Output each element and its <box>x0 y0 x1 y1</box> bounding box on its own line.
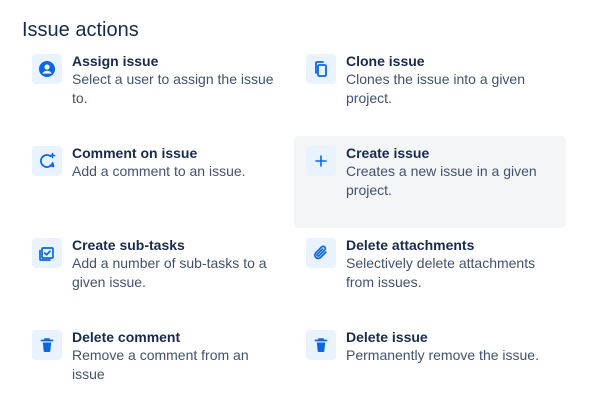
action-description: Permanently remove the issue. <box>346 347 539 363</box>
action-delete-comment[interactable]: Delete comment Remove a comment from an … <box>20 320 292 412</box>
action-clone-issue[interactable]: Clone issue Clones the issue into a give… <box>294 44 566 136</box>
page-title: Issue actions <box>22 19 139 41</box>
action-title: Delete issue <box>346 329 428 345</box>
action-title: Create sub-tasks <box>72 237 185 253</box>
action-title: Delete attachments <box>346 237 475 253</box>
plus-icon <box>306 146 336 176</box>
comment-add-icon <box>32 146 62 176</box>
action-delete-issue[interactable]: Delete issue Permanently remove the issu… <box>294 320 566 412</box>
user-circle-icon <box>32 54 62 84</box>
action-description: Selectively delete attachments from issu… <box>346 255 536 290</box>
action-create-sub-tasks[interactable]: Create sub-tasks Add a number of sub-tas… <box>20 228 292 320</box>
trash-icon <box>306 330 336 360</box>
action-description: Clones the issue into a given project. <box>346 71 525 106</box>
action-description: Add a number of sub-tasks to a given iss… <box>72 255 267 290</box>
action-create-issue[interactable]: Create issue Creates a new issue in a gi… <box>294 136 566 228</box>
action-assign-issue[interactable]: Assign issue Select a user to assign the… <box>20 44 292 136</box>
action-description: Creates a new issue in a given project. <box>346 163 537 198</box>
action-description: Remove a comment from an issue <box>72 347 249 382</box>
action-description: Add a comment to an issue. <box>72 163 246 179</box>
copy-icon <box>306 54 336 84</box>
action-title: Delete comment <box>72 329 181 345</box>
action-delete-attachments[interactable]: Delete attachments Selectively delete at… <box>294 228 566 320</box>
action-comment-on-issue[interactable]: Comment on issue Add a comment to an iss… <box>20 136 292 228</box>
paperclip-icon <box>306 238 336 268</box>
action-title: Comment on issue <box>72 145 198 161</box>
action-title: Clone issue <box>346 53 425 69</box>
action-description: Select a user to assign the issue to. <box>72 71 274 106</box>
trash-icon <box>32 330 62 360</box>
subtask-check-icon <box>32 238 62 268</box>
issue-actions-grid: Assign issue Select a user to assign the… <box>20 44 568 412</box>
action-title: Create issue <box>346 145 430 161</box>
action-title: Assign issue <box>72 53 159 69</box>
